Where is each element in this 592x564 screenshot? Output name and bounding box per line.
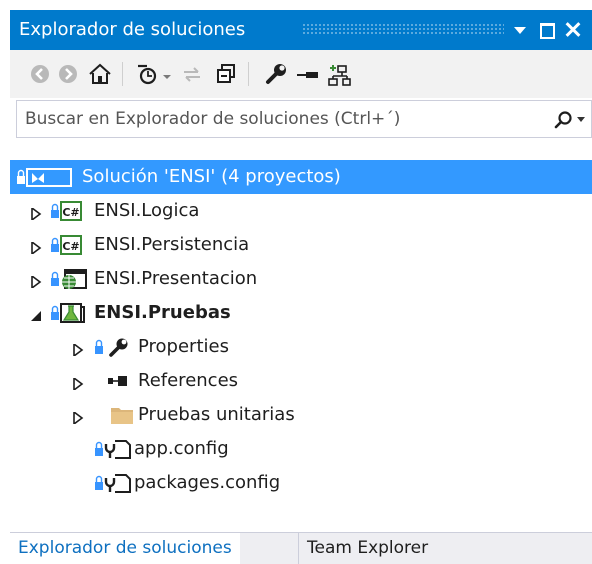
tree-item-label: ENSI.Presentacion (94, 268, 258, 289)
config-file-icon (104, 472, 132, 498)
tree-item-project-presentacion[interactable]: ENSI.Presentacion (10, 262, 592, 296)
view-class-diagram-icon[interactable] (324, 60, 352, 88)
drag-grip[interactable] (302, 23, 504, 35)
toolbar-separator (122, 62, 123, 86)
solution-tree: Solución 'ENSI' (4 proyectos) C# ENSI.Lo… (10, 160, 592, 520)
collapse-arrow-icon[interactable] (30, 307, 42, 321)
tree-item-folder-pruebas-unitarias[interactable]: Pruebas unitarias (10, 398, 592, 432)
svg-text:C#: C# (62, 240, 79, 253)
config-file-icon (104, 438, 132, 464)
search-box (16, 100, 592, 138)
panel-title: Explorador de soluciones (19, 19, 246, 40)
tree-item-label: ENSI.Persistencia (94, 234, 250, 255)
window-position-dropdown-icon[interactable] (509, 18, 531, 42)
tree-item-solution[interactable]: Solución 'ENSI' (4 proyectos) (10, 160, 592, 194)
sync-icon[interactable] (178, 60, 206, 88)
search-icon[interactable] (553, 109, 575, 131)
tree-item-project-logica[interactable]: C# ENSI.Logica (10, 194, 592, 228)
expand-arrow-icon[interactable] (72, 341, 84, 358)
tree-item-app-config[interactable]: app.config (10, 432, 592, 466)
lock-icon (94, 336, 104, 362)
lock-icon (50, 302, 60, 328)
tree-item-project-pruebas[interactable]: ENSI.Pruebas (10, 296, 592, 330)
csharp-project-icon: C# (60, 200, 82, 226)
expand-arrow-icon[interactable] (72, 409, 84, 426)
tree-item-label: Solución 'ENSI' (4 proyectos) (82, 166, 341, 187)
maximize-icon[interactable] (537, 18, 559, 42)
tree-item-packages-config[interactable]: packages.config (10, 466, 592, 500)
tree-item-label: ENSI.Pruebas (94, 302, 231, 323)
web-project-icon (60, 268, 88, 294)
tree-item-label: References (138, 370, 239, 391)
tree-item-label: packages.config (134, 472, 281, 493)
title-bar: Explorador de soluciones (10, 10, 592, 50)
toolbar (10, 50, 592, 98)
lock-icon (94, 438, 104, 464)
csharp-project-icon: C# (60, 234, 82, 260)
tree-item-label: ENSI.Logica (94, 200, 200, 221)
tab-team-explorer[interactable]: Team Explorer (298, 533, 437, 564)
lock-icon (50, 234, 60, 260)
collapse-all-icon[interactable] (212, 60, 240, 88)
close-icon[interactable] (563, 18, 585, 42)
properties-icon[interactable] (262, 60, 290, 88)
search-options-chevron-icon[interactable] (577, 117, 585, 122)
lock-icon (94, 472, 104, 498)
pending-changes-icon[interactable] (134, 60, 174, 88)
tab-solution-explorer[interactable]: Explorador de soluciones (10, 533, 240, 564)
expand-arrow-icon[interactable] (30, 273, 42, 290)
tree-item-label: Pruebas unitarias (138, 404, 295, 425)
expand-arrow-icon[interactable] (30, 239, 42, 256)
bottom-tab-strip: Explorador de soluciones Team Explorer (10, 532, 592, 564)
expand-arrow-icon[interactable] (30, 205, 42, 222)
forward-icon[interactable] (54, 60, 82, 88)
references-icon (106, 370, 132, 396)
show-all-files-icon[interactable] (294, 60, 322, 88)
tree-item-properties[interactable]: Properties (10, 330, 592, 364)
solution-explorer-window: Explorador de soluciones Buscar en Explo… (10, 10, 592, 564)
home-icon[interactable] (86, 60, 114, 88)
tree-item-project-persistencia[interactable]: C# ENSI.Persistencia (10, 228, 592, 262)
tree-item-label: Properties (138, 336, 229, 357)
back-icon[interactable] (26, 60, 54, 88)
lock-icon (16, 166, 26, 192)
svg-text:C#: C# (62, 206, 79, 219)
lock-icon (50, 200, 60, 226)
lock-icon (50, 268, 60, 294)
tree-item-references[interactable]: References (10, 364, 592, 398)
solution-icon (26, 166, 74, 192)
folder-icon (110, 404, 134, 430)
toolbar-separator (248, 62, 249, 86)
wrench-icon (108, 336, 130, 362)
expand-arrow-icon[interactable] (72, 375, 84, 392)
test-project-icon (60, 302, 88, 328)
search-input[interactable] (25, 107, 525, 131)
tree-item-label: app.config (134, 438, 229, 459)
